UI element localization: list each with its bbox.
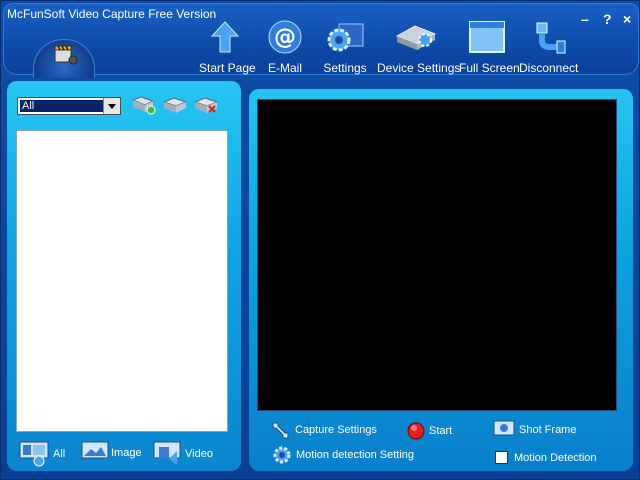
settings-button[interactable]: Settings: [321, 17, 369, 75]
filter-all-button[interactable]: All: [19, 441, 65, 467]
filter-select[interactable]: All: [17, 97, 121, 115]
image-icon: [81, 441, 109, 459]
motion-detection-setting-button[interactable]: Motion detection Setting: [272, 445, 414, 465]
email-button[interactable]: @ E-Mail: [265, 17, 305, 75]
app-window: McFunSoft Video Capture Free Version – ?…: [0, 0, 640, 480]
film-clapper-icon: [54, 45, 78, 65]
gear-small-icon: [273, 446, 291, 464]
motion-detection-checkbox[interactable]: [495, 451, 508, 464]
full-screen-button[interactable]: Full Screen: [459, 17, 520, 75]
motion-detection-toggle[interactable]: Motion Detection: [495, 451, 597, 464]
window-title: McFunSoft Video Capture Free Version: [7, 7, 217, 21]
capture-settings-label: Capture Settings: [295, 424, 377, 436]
record-icon: [407, 422, 425, 440]
device-settings-button[interactable]: Device Settings: [377, 17, 461, 75]
device-icon: [377, 17, 455, 57]
start-page-button[interactable]: Start Page: [199, 17, 256, 75]
filter-video-button[interactable]: Video: [153, 441, 213, 467]
full-screen-label: Full Screen: [459, 61, 520, 75]
gear-icon: [321, 17, 369, 57]
open-file-icon[interactable]: [162, 94, 188, 119]
wrench-icon: [272, 422, 289, 439]
filter-select-value: All: [19, 99, 105, 113]
file-list[interactable]: [16, 130, 228, 432]
add-folder-icon[interactable]: [131, 94, 157, 119]
video-preview: [257, 99, 617, 411]
close-button[interactable]: ×: [623, 11, 631, 27]
filter-video-label: Video: [185, 448, 213, 460]
shot-frame-button[interactable]: Shot Frame: [493, 420, 576, 440]
disconnect-button[interactable]: Disconnect: [519, 17, 579, 75]
at-sign-icon: @: [265, 17, 305, 57]
start-page-label: Start Page: [199, 61, 256, 75]
motion-detection-setting-label: Motion detection Setting: [296, 449, 415, 461]
title-toolbar-band: McFunSoft Video Capture Free Version – ?…: [3, 3, 639, 78]
window-icon: [459, 17, 515, 57]
video-icon: [153, 441, 181, 465]
delete-file-icon[interactable]: [193, 94, 219, 119]
chevron-down-icon[interactable]: [103, 98, 120, 114]
shot-frame-label: Shot Frame: [519, 424, 577, 436]
motion-detection-label: Motion Detection: [514, 451, 597, 464]
filter-image-label: Image: [111, 447, 142, 459]
start-label: Start: [429, 425, 453, 437]
device-settings-label: Device Settings: [377, 61, 461, 75]
up-arrow-icon: [199, 17, 251, 57]
plug-icon: [519, 17, 577, 57]
email-label: E-Mail: [267, 61, 302, 75]
start-button[interactable]: Start: [407, 422, 452, 440]
settings-label: Settings: [323, 61, 367, 75]
minimize-button[interactable]: –: [581, 11, 589, 27]
filter-all-label: All: [53, 448, 66, 460]
filter-image-button[interactable]: Image: [81, 441, 142, 465]
capture-settings-button[interactable]: Capture Settings: [269, 419, 377, 441]
all-media-icon: [19, 441, 49, 467]
svg-text:@: @: [274, 25, 296, 50]
camera-icon: [493, 420, 515, 436]
app-logo: [33, 39, 95, 78]
help-button[interactable]: ?: [603, 11, 612, 27]
disconnect-label: Disconnect: [519, 61, 579, 75]
